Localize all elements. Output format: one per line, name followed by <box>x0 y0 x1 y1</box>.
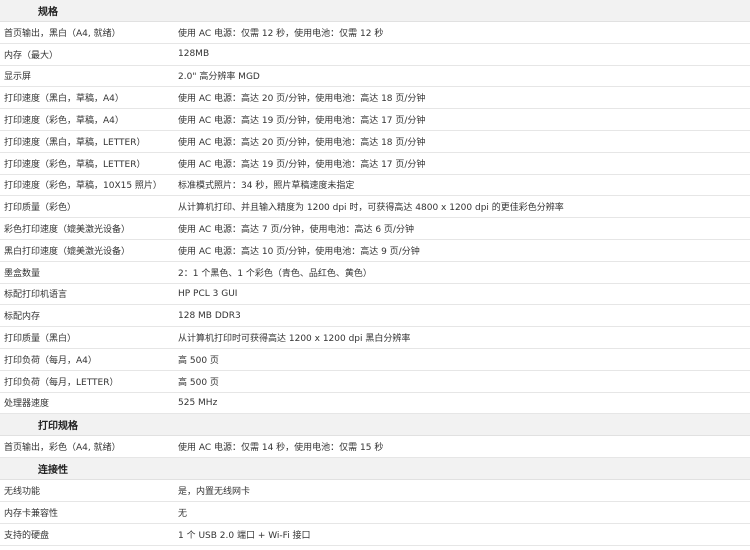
table-row: 内存卡兼容性 无 <box>0 501 750 524</box>
row-label: 显示屏 <box>4 72 32 83</box>
row-label: 黑白打印速度（媲美激光设备） <box>4 246 131 257</box>
row-value: 使用 AC 电源：高达 7 页/分钟，使用电池：高达 6 页/分钟 <box>178 225 414 236</box>
section-title: 连接性 <box>38 465 68 477</box>
table-row: 打印速度（黑白，草稿，LETTER） 使用 AC 电源：高达 20 页/分钟，使用… <box>0 130 750 153</box>
row-label: 打印质量（黑白） <box>4 334 77 345</box>
table-row: 打印负荷（每月，LETTER） 高 500 页 <box>0 370 750 393</box>
table-row: 打印质量（彩色） 从计算机打印、并且输入精度为 1200 dpi 时，可获得高达 … <box>0 196 750 219</box>
section-header-connectivity: 连接性 <box>0 458 750 481</box>
row-label: 内存卡兼容性 <box>4 508 59 519</box>
row-label: 打印质量（彩色） <box>4 203 77 214</box>
table-row: 标配打印机语言 HP PCL 3 GUI <box>0 283 750 306</box>
row-value: 使用 AC 电源：高达 19 页/分钟，使用电池：高达 17 页/分钟 <box>178 116 426 127</box>
row-value: 128 MB DDR3 <box>178 310 241 321</box>
row-label: 处理器速度 <box>4 399 50 410</box>
spec-table: 规格 首页输出，黑白（A4, 就绪） 使用 AC 电源：仅需 12 秒，使用电池：… <box>0 0 750 546</box>
table-row: 显示屏 2.0" 高分辨率 MGD <box>0 65 750 88</box>
row-label: 支持的硬盘 <box>4 530 50 541</box>
table-row: 首页输出，黑白（A4, 就绪） 使用 AC 电源：仅需 12 秒，使用电池：仅需 … <box>0 22 750 44</box>
table-row: 首页输出，彩色（A4, 就绪） 使用 AC 电源：仅需 14 秒，使用电池：仅需 … <box>0 436 750 459</box>
row-label: 标配内存 <box>4 312 41 323</box>
row-value: 标准模式照片：34 秒，照片草稿速度未指定 <box>178 181 355 192</box>
row-value: 使用 AC 电源：高达 20 页/分钟，使用电池：高达 18 页/分钟 <box>178 137 426 148</box>
table-row: 打印速度（彩色，草稿，LETTER） 使用 AC 电源：高达 19 页/分钟，使用… <box>0 152 750 175</box>
table-row: 打印质量（黑白） 从计算机打印时可获得高达 1200 x 1200 dpi 黑白分… <box>0 327 750 349</box>
row-label: 打印负荷（每月，A4） <box>4 355 97 366</box>
row-label: 打印速度（彩色，草稿，LETTER） <box>4 159 146 170</box>
row-value: 525 MHz <box>178 397 218 408</box>
row-label: 打印速度（黑白，草稿，A4） <box>4 94 124 105</box>
row-label: 墨盒数量 <box>4 268 41 279</box>
table-row: 打印负荷（每月，A4） 高 500 页 <box>0 348 750 371</box>
row-value: 使用 AC 电源：高达 20 页/分钟，使用电池：高达 18 页/分钟 <box>178 94 426 105</box>
table-row: 处理器速度 525 MHz <box>0 392 750 415</box>
section-header-print-specs: 打印规格 <box>0 414 750 437</box>
row-value: 128MB <box>178 49 210 60</box>
row-value: 使用 AC 电源：仅需 12 秒，使用电池：仅需 12 秒 <box>178 28 384 39</box>
row-label: 无线功能 <box>4 487 41 498</box>
row-label: 打印速度（彩色，草稿，10X15 照片） <box>4 181 162 192</box>
row-value: 使用 AC 电源：仅需 14 秒，使用电池：仅需 15 秒 <box>178 443 384 454</box>
row-label: 首页输出，黑白（A4, 就绪） <box>4 28 121 39</box>
section-header-specs: 规格 <box>0 0 750 22</box>
table-row: 内存（最大） 128MB <box>0 43 750 66</box>
table-row: 支持的硬盘 1 个 USB 2.0 端口 + Wi-Fi 接口 <box>0 523 750 546</box>
row-value: 高 500 页 <box>178 355 219 366</box>
table-row: 墨盒数量 2：1 个黑色、1 个彩色（青色、品红色、黄色） <box>0 261 750 284</box>
row-label: 打印速度（彩色，草稿，A4） <box>4 116 124 127</box>
row-value: 2.0" 高分辨率 MGD <box>178 72 260 83</box>
row-value: 从计算机打印、并且输入精度为 1200 dpi 时，可获得高达 4800 x 1… <box>178 203 564 214</box>
table-row: 打印速度（黑白，草稿，A4） 使用 AC 电源：高达 20 页/分钟，使用电池：高… <box>0 87 750 110</box>
section-title: 规格 <box>38 7 58 18</box>
row-label: 彩色打印速度（媲美激光设备） <box>4 225 131 236</box>
row-value: 高 500 页 <box>178 377 219 388</box>
row-value: 使用 AC 电源：高达 19 页/分钟，使用电池：高达 17 页/分钟 <box>178 159 426 170</box>
row-value: 是，内置无线网卡 <box>178 487 251 498</box>
row-value: HP PCL 3 GUI <box>178 288 238 299</box>
table-row: 标配内存 128 MB DDR3 <box>0 305 750 328</box>
table-row: 彩色打印速度（媲美激光设备） 使用 AC 电源：高达 7 页/分钟，使用电池：高达… <box>0 218 750 240</box>
row-value: 使用 AC 电源：高达 10 页/分钟，使用电池：高达 9 页/分钟 <box>178 246 420 257</box>
section-title: 打印规格 <box>38 421 78 433</box>
table-row: 打印速度（彩色，草稿，10X15 照片） 标准模式照片：34 秒，照片草稿速度未指… <box>0 174 750 197</box>
row-label: 标配打印机语言 <box>4 290 68 301</box>
row-value: 1 个 USB 2.0 端口 + Wi-Fi 接口 <box>178 530 311 541</box>
row-value: 无 <box>178 508 188 519</box>
table-row: 黑白打印速度（媲美激光设备） 使用 AC 电源：高达 10 页/分钟，使用电池：高… <box>0 239 750 262</box>
row-value: 从计算机打印时可获得高达 1200 x 1200 dpi 黑白分辨率 <box>178 334 411 345</box>
table-row: 打印速度（彩色，草稿，A4） 使用 AC 电源：高达 19 页/分钟，使用电池：高… <box>0 109 750 131</box>
table-row: 无线功能 是，内置无线网卡 <box>0 480 750 502</box>
row-label: 首页输出，彩色（A4, 就绪） <box>4 443 121 454</box>
row-label: 内存（最大） <box>4 50 59 61</box>
row-label: 打印负荷（每月，LETTER） <box>4 377 119 388</box>
row-value: 2：1 个黑色、1 个彩色（青色、品红色、黄色） <box>178 268 372 279</box>
row-label: 打印速度（黑白，草稿，LETTER） <box>4 137 146 148</box>
